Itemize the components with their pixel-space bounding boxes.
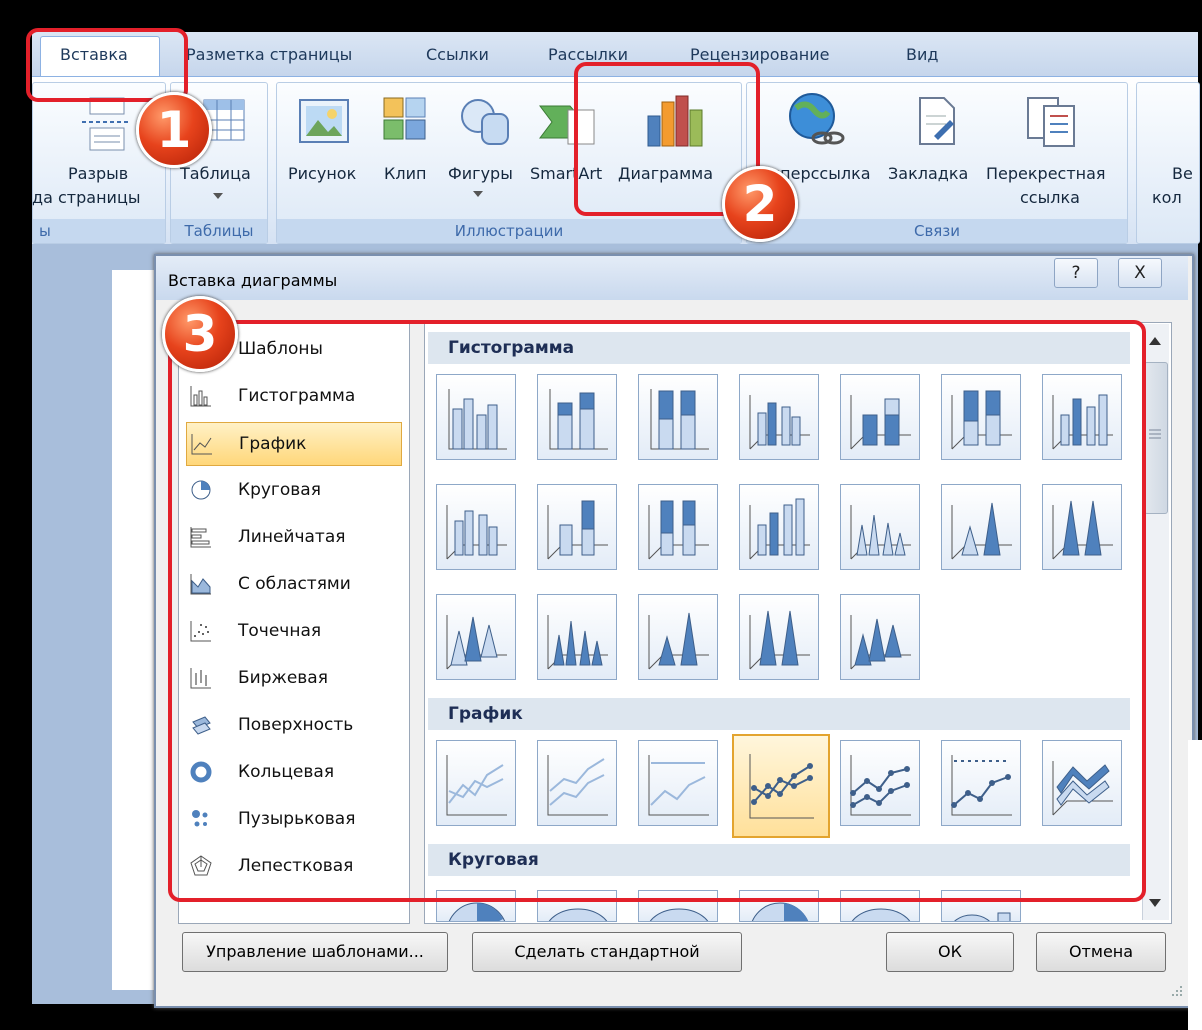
- cross-reference-icon: [1027, 97, 1075, 147]
- shapes-icon: [461, 99, 509, 145]
- highlight-chart-gallery: [168, 320, 1146, 902]
- page-break-prefix: да: [32, 188, 53, 207]
- step-badge-2: 2: [722, 166, 798, 242]
- set-as-default-button[interactable]: Сделать стандартной: [472, 932, 742, 972]
- tab-references[interactable]: Ссылки: [426, 45, 489, 64]
- cancel-button[interactable]: Отмена: [1036, 932, 1166, 972]
- clip-icon: [383, 97, 426, 140]
- group-illustrations-label: Иллюстрации: [277, 219, 741, 243]
- cut-button-top[interactable]: Ве: [1172, 164, 1193, 183]
- page-break-icon: [82, 97, 128, 151]
- bookmark-icon: [919, 97, 955, 145]
- table-button[interactable]: Таблица: [180, 164, 251, 183]
- page-break-label-top[interactable]: Разрыв: [68, 164, 128, 183]
- close-button[interactable]: X: [1118, 258, 1162, 288]
- highlight-insert-tab: [26, 28, 188, 102]
- clip-button[interactable]: Клип: [384, 164, 426, 183]
- table-dropdown-icon[interactable]: [212, 192, 224, 200]
- group-pages-label: ы: [33, 219, 165, 243]
- group-cut: [1136, 82, 1200, 244]
- resize-grip-icon[interactable]: [1168, 982, 1184, 998]
- dialog-title: Вставка диаграммы: [168, 271, 338, 290]
- scroll-down-icon[interactable]: [1146, 896, 1164, 910]
- page-edge-strip: [1188, 740, 1202, 1030]
- shapes-dropdown-icon[interactable]: [472, 190, 484, 198]
- group-links-label: Связи: [747, 219, 1127, 243]
- picture-icon: [299, 99, 349, 143]
- ok-button[interactable]: ОК: [886, 932, 1014, 972]
- tab-page-layout[interactable]: Разметка страницы: [186, 45, 352, 64]
- scroll-up-icon[interactable]: [1146, 334, 1164, 348]
- manage-templates-button[interactable]: Управление шаблонами...: [182, 932, 448, 972]
- group-tables-label: Таблицы: [171, 219, 267, 243]
- step-badge-1: 1: [136, 92, 212, 168]
- hyperlink-icon: [789, 93, 845, 145]
- scroll-grip-icon: [1149, 429, 1161, 439]
- picture-button[interactable]: Рисунок: [288, 164, 356, 183]
- shapes-button[interactable]: Фигуры: [448, 164, 513, 183]
- cross-reference-button-bottom[interactable]: ссылка: [1020, 188, 1080, 207]
- page-break-label-bottom[interactable]: страницы: [58, 188, 140, 207]
- cross-reference-button-top[interactable]: Перекрестная: [986, 164, 1106, 183]
- bookmark-button[interactable]: Закладка: [888, 164, 968, 183]
- help-button[interactable]: ?: [1054, 258, 1098, 288]
- step-badge-3: 3: [162, 296, 238, 372]
- tab-view[interactable]: Вид: [906, 45, 938, 64]
- cut-button-bottom[interactable]: кол: [1152, 188, 1182, 207]
